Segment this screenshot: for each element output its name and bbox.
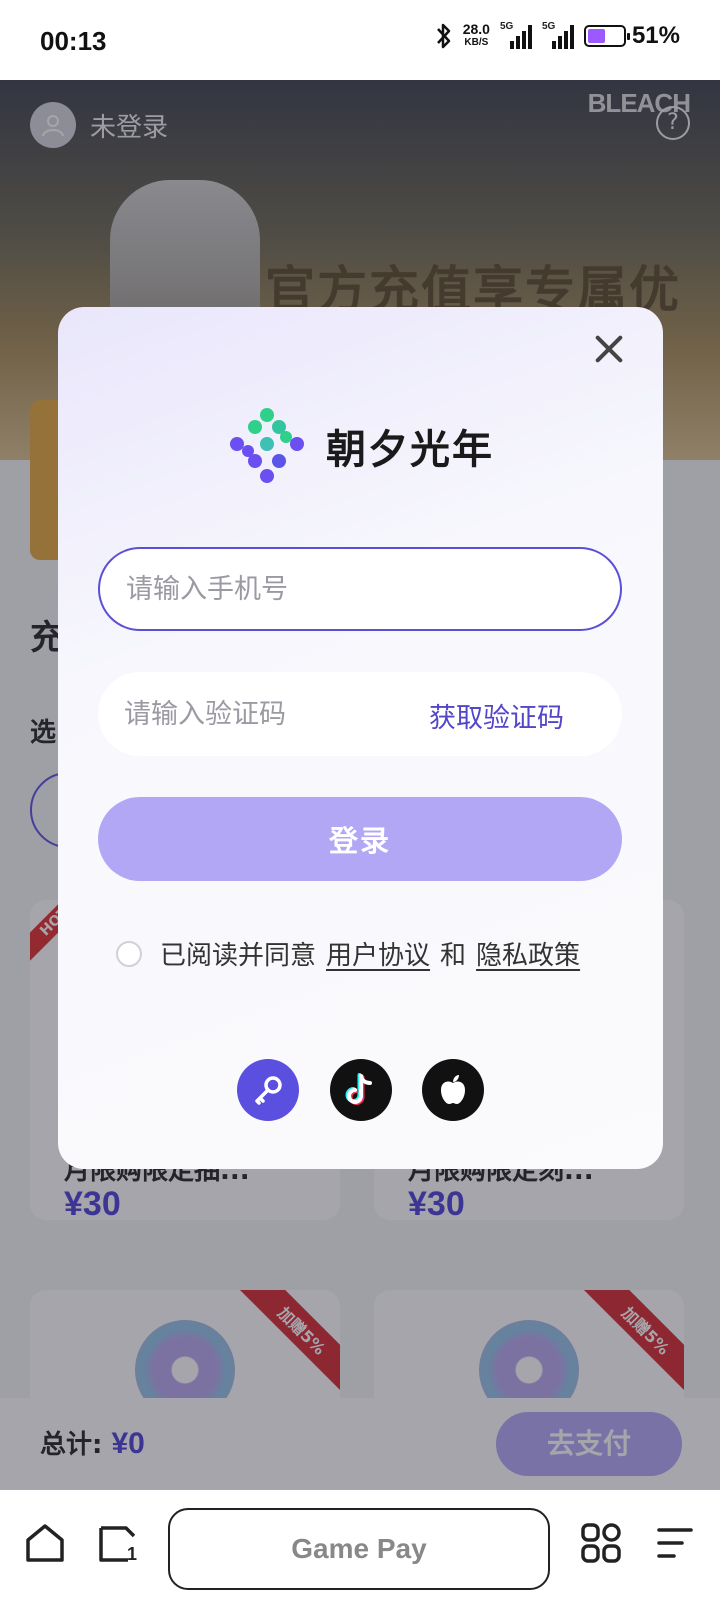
brand-name: 朝夕光年	[326, 427, 494, 473]
key-icon	[255, 1076, 282, 1105]
home-icon[interactable]	[24, 1522, 66, 1564]
apple-login-button[interactable]	[422, 1059, 484, 1121]
verification-code-input[interactable]	[98, 672, 398, 756]
get-code-button[interactable]: 获取验证码	[429, 696, 564, 735]
battery-level	[587, 29, 606, 43]
menu-icon[interactable]	[656, 1526, 694, 1560]
agreement-checkbox[interactable]	[116, 940, 142, 967]
signal-icon: 5G	[541, 21, 574, 49]
battery-indicator: 51%	[583, 22, 680, 50]
signal-icon: 5G	[499, 21, 532, 49]
network-speed-unit: KB/S	[464, 37, 489, 48]
login-button[interactable]: 登录	[98, 797, 622, 881]
verification-code-row: 获取验证码	[98, 672, 622, 756]
agreement-text: 已阅读并同意	[160, 941, 317, 971]
bluetooth-icon	[436, 23, 450, 49]
close-icon[interactable]	[589, 329, 629, 369]
signal-label: 5G	[499, 21, 514, 32]
address-bar[interactable]: Game Pay	[168, 1508, 550, 1590]
tiktok-login-button[interactable]	[330, 1059, 392, 1121]
battery-percent: 51%	[631, 22, 680, 49]
privacy-policy-link[interactable]: 隐私政策	[476, 935, 580, 972]
phone-input[interactable]	[98, 547, 622, 631]
brand-header: 朝夕光年	[228, 407, 494, 485]
brand-logo-icon	[230, 408, 304, 483]
status-bar: 00:13 28.0 KB/S 5G 5G 51%	[0, 0, 720, 80]
tiktok-icon	[345, 1073, 372, 1105]
network-speed: 28.0 KB/S	[462, 21, 490, 49]
status-time: 00:13	[40, 26, 107, 56]
tab-count: 1	[127, 1544, 137, 1564]
status-icons: 28.0 KB/S 5G 5G 51%	[435, 21, 680, 50]
battery-icon	[583, 25, 630, 47]
apps-icon[interactable]	[580, 1522, 622, 1564]
login-dialog: 朝夕光年 获取验证码 登录 已阅读并同意 用户协议 和 隐私政策	[58, 307, 663, 1169]
key-login-button[interactable]	[237, 1059, 299, 1121]
user-agreement-link[interactable]: 用户协议	[326, 935, 430, 972]
tabs-icon[interactable]: 1	[98, 1522, 138, 1564]
network-speed-value: 28.0	[462, 21, 490, 37]
signal-label: 5G	[541, 21, 556, 32]
agreement-row: 已阅读并同意 用户协议 和 隐私政策	[116, 935, 580, 972]
agreement-and: 和	[440, 941, 467, 971]
browser-toolbar: 1 Game Pay	[0, 1490, 720, 1610]
apple-icon	[441, 1075, 465, 1104]
